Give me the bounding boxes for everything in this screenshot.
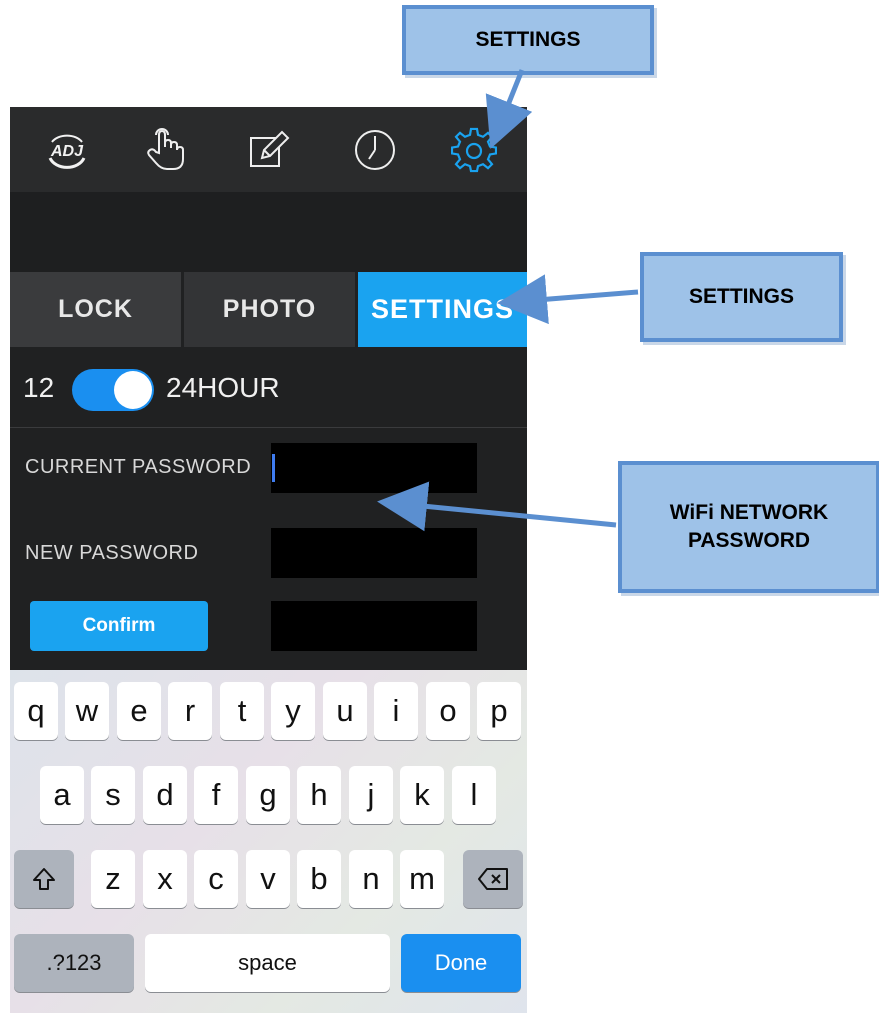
key-p[interactable]: p xyxy=(477,682,521,740)
key-f[interactable]: f xyxy=(194,766,238,824)
callout-text: SETTINGS xyxy=(688,285,794,308)
key-a[interactable]: a xyxy=(40,766,84,824)
backspace-key[interactable] xyxy=(463,850,523,908)
key-k[interactable]: k xyxy=(400,766,444,824)
adj-logo-icon[interactable]: ADJ xyxy=(44,127,90,173)
key-r[interactable]: r xyxy=(168,682,212,740)
on-screen-keyboard: q w e r t y u i o p a s d f g h j k l z … xyxy=(10,670,527,1013)
tab-lock[interactable]: LOCK xyxy=(10,272,181,347)
key-i[interactable]: i xyxy=(374,682,418,740)
key-u[interactable]: u xyxy=(323,682,367,740)
callout-text: SETTINGS xyxy=(475,28,581,51)
tab-settings[interactable]: SETTINGS xyxy=(358,272,527,347)
callout-text-line2: PASSWORD xyxy=(687,529,811,552)
key-c[interactable]: c xyxy=(194,850,238,908)
key-y[interactable]: y xyxy=(271,682,315,740)
key-j[interactable]: j xyxy=(349,766,393,824)
key-t[interactable]: t xyxy=(220,682,264,740)
callout-text-line1: WiFi NETWORK xyxy=(669,501,829,524)
tab-photo[interactable]: PHOTO xyxy=(184,272,355,347)
settings-icon-callout: SETTINGS xyxy=(402,5,654,75)
current-password-field[interactable] xyxy=(271,443,477,493)
key-v[interactable]: v xyxy=(246,850,290,908)
key-s[interactable]: s xyxy=(91,766,135,824)
header-spacer xyxy=(10,192,527,272)
numbers-key[interactable]: .?123 xyxy=(14,934,134,992)
wifi-password-callout: WiFi NETWORK PASSWORD xyxy=(618,461,879,593)
backspace-icon xyxy=(478,868,508,890)
key-m[interactable]: m xyxy=(400,850,444,908)
touch-hand-icon[interactable] xyxy=(142,127,188,173)
key-h[interactable]: h xyxy=(297,766,341,824)
24-hour-label: 24HOUR xyxy=(166,372,280,403)
clock-format-toggle[interactable] xyxy=(72,369,154,411)
settings-tab-callout: SETTINGS xyxy=(640,252,843,342)
arrow-to-settings-tab xyxy=(497,274,639,325)
confirm-button[interactable]: Confirm xyxy=(30,601,208,651)
app-screen: ADJ LOCK PHOTO SETTINGS 12 24HOUR CURREN… xyxy=(10,107,527,1013)
key-w[interactable]: w xyxy=(65,682,109,740)
key-z[interactable]: z xyxy=(91,850,135,908)
adj-logo-text: ADJ xyxy=(50,143,84,160)
key-l[interactable]: l xyxy=(452,766,496,824)
shift-icon xyxy=(33,868,55,890)
key-g[interactable]: g xyxy=(246,766,290,824)
tab-bar: LOCK PHOTO SETTINGS xyxy=(10,272,527,347)
confirm-password-field[interactable] xyxy=(271,601,477,651)
clock-format-row: 12 24HOUR xyxy=(10,347,527,428)
top-toolbar: ADJ xyxy=(10,107,527,192)
key-d[interactable]: d xyxy=(143,766,187,824)
space-key[interactable]: space xyxy=(145,934,390,992)
new-password-label: NEW PASSWORD xyxy=(25,542,199,564)
toggle-knob xyxy=(114,371,152,409)
shift-key[interactable] xyxy=(14,850,74,908)
key-n[interactable]: n xyxy=(349,850,393,908)
key-x[interactable]: x xyxy=(143,850,187,908)
key-e[interactable]: e xyxy=(117,682,161,740)
done-key[interactable]: Done xyxy=(401,934,521,992)
key-b[interactable]: b xyxy=(297,850,341,908)
key-q[interactable]: q xyxy=(14,682,58,740)
12-hour-label: 12 xyxy=(23,372,55,403)
current-password-label: CURRENT PASSWORD xyxy=(25,456,252,478)
clock-icon[interactable] xyxy=(352,127,398,173)
new-password-field[interactable] xyxy=(271,528,477,578)
gear-icon[interactable] xyxy=(451,127,497,173)
key-o[interactable]: o xyxy=(426,682,470,740)
edit-pencil-icon[interactable] xyxy=(245,127,291,173)
text-cursor xyxy=(272,454,275,482)
